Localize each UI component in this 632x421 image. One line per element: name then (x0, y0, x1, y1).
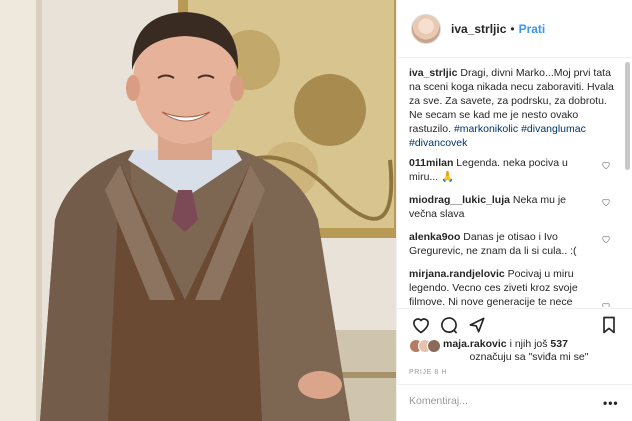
add-comment-bar: ••• (397, 384, 632, 421)
heart-small-icon[interactable] (601, 197, 611, 207)
likes-count[interactable]: 537 (550, 338, 568, 350)
heart-small-icon[interactable] (601, 234, 611, 244)
comment-item: mirjana.randjelovic Pocivaj u miru legen… (409, 267, 615, 307)
separator-dot: • (510, 21, 515, 36)
comment-username[interactable]: alenka9oo (409, 231, 460, 243)
likes-line: maja.rakovic i njih još 537 (443, 338, 629, 351)
post-caption: iva_strljic Dragi, divni Marko...Moj prv… (409, 66, 615, 150)
bookmark-icon[interactable] (599, 315, 619, 335)
post-timestamp[interactable]: PRIJE 8 H (409, 369, 447, 376)
post-author-username[interactable]: iva_strljic (451, 22, 506, 36)
heart-small-icon[interactable] (601, 301, 611, 307)
likes-summary: maja.rakovic i njih još 537 označuju sa … (409, 338, 629, 366)
comment-username[interactable]: miodrag__lukic_luja (409, 194, 510, 206)
share-icon[interactable] (467, 315, 487, 335)
comment-item: 011milan Legenda. neka pociva u miru... … (409, 156, 615, 184)
follow-button[interactable]: Prati (519, 22, 546, 36)
hashtag[interactable]: #divanglumac (521, 123, 586, 135)
comment-icon[interactable] (439, 315, 459, 335)
portrait-image (0, 0, 396, 421)
hashtag[interactable]: #divancovek (409, 137, 467, 149)
action-bar (397, 308, 632, 338)
comment-input[interactable] (409, 395, 589, 407)
avatar[interactable] (411, 13, 441, 44)
scrollbar-thumb[interactable] (625, 62, 630, 170)
likes-connector: i njih još (509, 338, 548, 350)
likes-suffix: označuju sa "sviđa mi se" (469, 351, 589, 363)
instagram-post: iva_strljic • Prati iva_strljic Dragi, d… (0, 0, 632, 421)
more-options-button[interactable]: ••• (603, 396, 619, 410)
comment-item: miodrag__lukic_luja Neka mu je večna sla… (409, 193, 615, 221)
post-header: iva_strljic • Prati (397, 0, 632, 58)
post-sidebar: iva_strljic • Prati iva_strljic Dragi, d… (396, 0, 632, 421)
comments-scroll-area[interactable]: iva_strljic Dragi, divni Marko...Moj prv… (397, 58, 627, 307)
liker-username[interactable]: maja.rakovic (443, 338, 507, 350)
heart-small-icon[interactable] (601, 160, 611, 170)
comment-username[interactable]: 011milan (409, 157, 453, 169)
caption-username[interactable]: iva_strljic (409, 67, 457, 79)
heart-icon[interactable] (411, 315, 431, 335)
comment-item: alenka9oo Danas je otisao i Ivo Gregurev… (409, 230, 615, 258)
comment-username[interactable]: mirjana.randjelovic (409, 268, 505, 280)
post-photo[interactable] (0, 0, 396, 421)
hashtag[interactable]: #markonikolic (454, 123, 518, 135)
